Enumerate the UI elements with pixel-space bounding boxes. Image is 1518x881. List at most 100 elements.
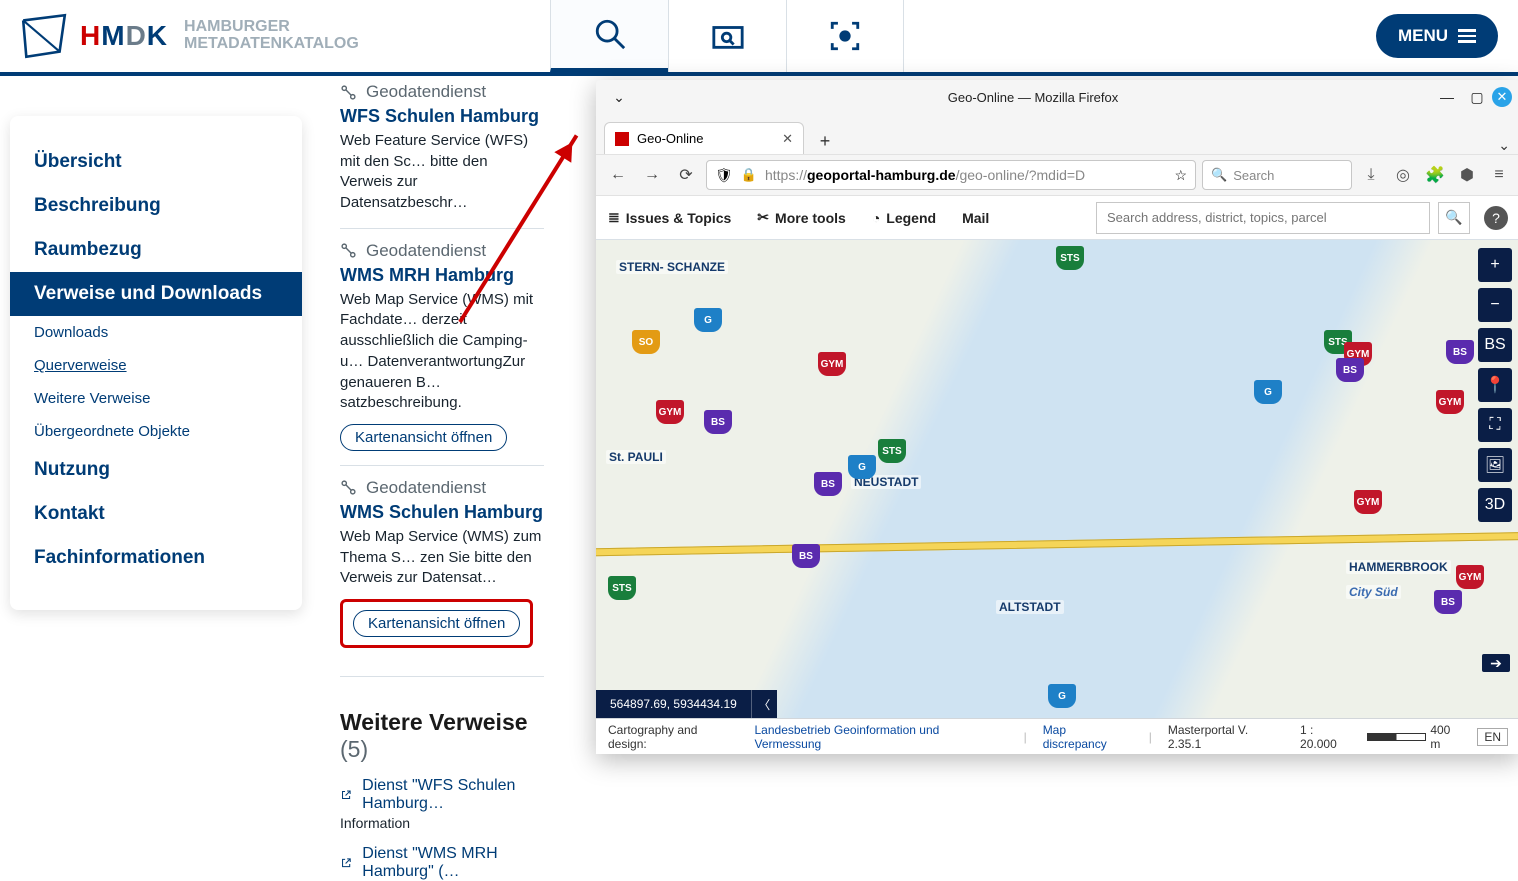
content: Geodatendienst WFS Schulen Hamburg Web F…: [302, 80, 562, 752]
noscript-icon[interactable]: ⬢: [1454, 161, 1480, 189]
sidebar-item-uebersicht[interactable]: Übersicht: [10, 140, 302, 184]
logo-text: HMDK: [80, 20, 168, 52]
poi-marker[interactable]: GYM: [656, 400, 684, 424]
help-button[interactable]: ?: [1484, 206, 1508, 230]
poi-marker[interactable]: BS: [1446, 340, 1474, 364]
tabs-menu-icon[interactable]: ⌄: [1498, 137, 1510, 154]
legend-menu[interactable]: ◔Legend: [872, 210, 936, 226]
menu-button[interactable]: MENU: [1376, 14, 1498, 58]
map-search-input[interactable]: [1096, 202, 1430, 234]
hamburger-icon: [1458, 29, 1476, 43]
poi-marker[interactable]: GYM: [1436, 390, 1464, 414]
poi-marker[interactable]: G: [1048, 684, 1076, 708]
browser-tab[interactable]: Geo-Online ✕: [604, 122, 804, 154]
reload-button[interactable]: ⟳: [672, 161, 700, 189]
poi-marker[interactable]: G: [1254, 380, 1282, 404]
link-sub: Information: [340, 815, 544, 831]
external-link-icon: [340, 787, 352, 803]
hmdk-logo-icon: [18, 10, 70, 62]
sidebar-item-raumbezug[interactable]: Raumbezug: [10, 228, 302, 272]
map-search-button[interactable]: 🔍: [1438, 202, 1470, 234]
lang-button[interactable]: EN: [1477, 728, 1508, 746]
sidebar-sub-downloads[interactable]: Downloads: [10, 316, 302, 349]
poi-marker[interactable]: G: [694, 308, 722, 332]
back-button[interactable]: ←: [604, 161, 632, 189]
sidebar-item-kontakt[interactable]: Kontakt: [10, 492, 302, 536]
imagery-button[interactable]: 🖼: [1478, 448, 1512, 482]
coord-collapse-icon[interactable]: 〈: [751, 690, 777, 718]
sidebar-item-beschreibung[interactable]: Beschreibung: [10, 184, 302, 228]
iconbar: [550, 0, 904, 72]
sidebar-sub-weitere[interactable]: Weitere Verweise: [10, 382, 302, 415]
service-icon: [340, 479, 357, 496]
folder-search-tab[interactable]: [668, 0, 786, 72]
poi-marker[interactable]: BS: [792, 544, 820, 568]
poi-marker[interactable]: BS: [814, 472, 842, 496]
minimize-button[interactable]: —: [1432, 89, 1462, 105]
district-label: STERN- SCHANZE: [616, 260, 728, 274]
entry-title[interactable]: WFS Schulen Hamburg: [340, 106, 544, 127]
3d-button[interactable]: 3D: [1478, 488, 1512, 522]
map-canvas[interactable]: STERN- SCHANZE St. PAULI NEUSTADT ALTSTA…: [596, 240, 1518, 718]
open-map-button-highlighted[interactable]: Kartenansicht öffnen: [353, 610, 520, 637]
service-icon: [340, 84, 357, 101]
zoom-in-button[interactable]: +: [1478, 248, 1512, 282]
logo-subtitle: HAMBURGERMETADATENKATALOG: [184, 19, 359, 53]
sidebar-sub-querverweise[interactable]: Querverweise: [10, 349, 302, 382]
link-wms-mrh[interactable]: Dienst "WMS MRH Hamburg" (…: [340, 845, 544, 881]
legend-icon: ◔: [872, 210, 880, 226]
discrepancy-link[interactable]: Map discrepancy: [1043, 723, 1133, 751]
locate-button[interactable]: 📍: [1478, 368, 1512, 402]
maximize-button[interactable]: ▢: [1462, 89, 1492, 106]
sidebar-item-nutzung[interactable]: Nutzung: [10, 448, 302, 492]
download-icon[interactable]: ⤓: [1358, 161, 1384, 189]
window-titlebar[interactable]: ⌄ Geo-Online — Mozilla Firefox — ▢ ✕: [596, 80, 1518, 114]
carto-org-link[interactable]: Landesbetrieb Geoinformation und Vermess…: [755, 723, 1008, 751]
capture-tab[interactable]: [786, 0, 904, 72]
poi-marker[interactable]: BS: [1336, 358, 1364, 382]
address-bar[interactable]: 🛡 🔒 https://geoportal-hamburg.de/geo-onl…: [706, 160, 1196, 190]
entry-title[interactable]: WMS Schulen Hamburg: [340, 502, 544, 523]
poi-marker[interactable]: G: [848, 455, 876, 479]
pan-arrow-button[interactable]: ➔: [1482, 654, 1510, 672]
poi-marker[interactable]: SO: [632, 330, 660, 354]
poi-marker[interactable]: BS: [704, 410, 732, 434]
open-map-button[interactable]: Kartenansicht öffnen: [340, 424, 507, 451]
fullscreen-button[interactable]: ⛶: [1478, 408, 1512, 442]
mail-menu[interactable]: Mail: [962, 210, 989, 226]
lock-icon: 🔒: [741, 167, 757, 183]
poi-marker[interactable]: GYM: [1456, 565, 1484, 589]
forward-button[interactable]: →: [638, 161, 666, 189]
new-tab-button[interactable]: +: [812, 128, 838, 154]
star-icon[interactable]: ☆: [1174, 167, 1187, 184]
entry-desc: Web Map Service (WMS) mit Fachdate… derz…: [340, 290, 544, 414]
link-wfs-schulen[interactable]: Dienst "WFS Schulen Hamburg…: [340, 777, 544, 813]
map-app: ≣Issues & Topics ✂More tools ◔Legend Mai…: [596, 196, 1518, 754]
hmdk-topbar: HMDK HAMBURGERMETADATENKATALOG MENU: [0, 0, 1518, 76]
close-button[interactable]: ✕: [1492, 87, 1512, 107]
search-tab[interactable]: [550, 0, 668, 72]
poi-marker[interactable]: BS: [1434, 590, 1462, 614]
sidebar-item-fachinfo[interactable]: Fachinformationen: [10, 536, 302, 580]
poi-marker[interactable]: STS: [1056, 246, 1084, 270]
browser-search[interactable]: 🔍 Search: [1202, 160, 1352, 190]
extensions-icon[interactable]: 🧩: [1422, 161, 1448, 189]
titlebar-chevron-icon[interactable]: ⌄: [604, 89, 634, 106]
poi-marker[interactable]: STS: [878, 439, 906, 463]
app-menu-icon[interactable]: ≡: [1486, 161, 1512, 189]
zoom-out-button[interactable]: −: [1478, 288, 1512, 322]
tab-close-icon[interactable]: ✕: [782, 131, 793, 147]
sidebar-item-verweise[interactable]: Verweise und Downloads: [10, 272, 302, 316]
poi-marker[interactable]: GYM: [818, 352, 846, 376]
district-label: ALTSTADT: [996, 600, 1064, 614]
entry-title[interactable]: WMS MRH Hamburg: [340, 265, 544, 286]
coord-value: 564897.69, 5934434.19: [596, 697, 751, 711]
sidebar-sub-uebergeordnete[interactable]: Übergeordnete Objekte: [10, 415, 302, 448]
account-icon[interactable]: ◎: [1390, 161, 1416, 189]
poi-marker[interactable]: GYM: [1354, 490, 1382, 514]
more-tools-menu[interactable]: ✂More tools: [757, 209, 846, 226]
issues-menu[interactable]: ≣Issues & Topics: [608, 209, 731, 226]
bs-button[interactable]: BS: [1478, 328, 1512, 362]
poi-marker[interactable]: STS: [608, 576, 636, 600]
favicon-icon: [615, 132, 629, 146]
